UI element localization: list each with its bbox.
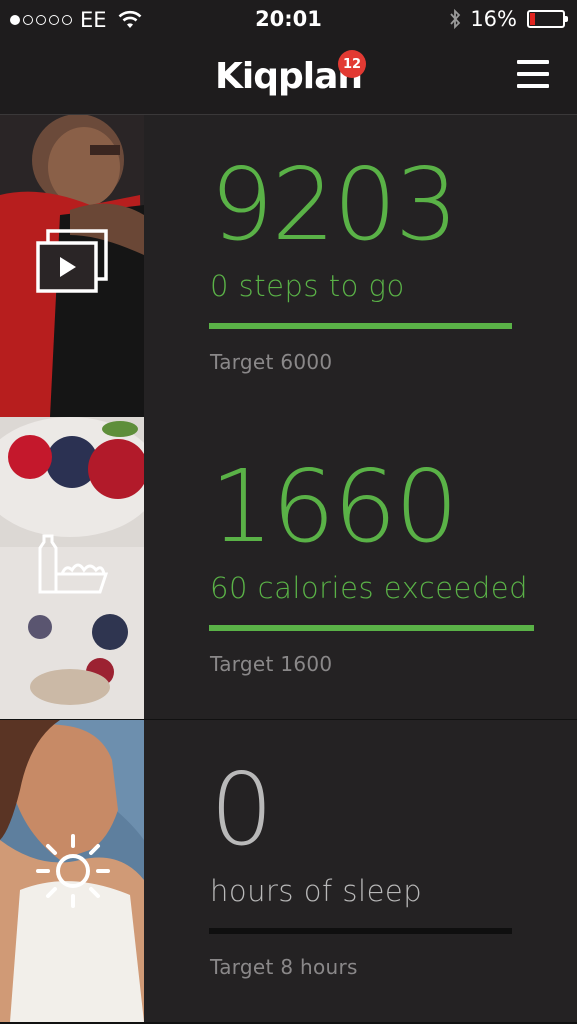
status-bar: EE 20:01 16% bbox=[0, 0, 577, 38]
hamburger-menu-icon[interactable] bbox=[517, 60, 549, 88]
steps-card[interactable]: 9203 0 steps to go Target 6000 bbox=[0, 115, 577, 419]
steps-status: 0 steps to go bbox=[210, 269, 405, 303]
sleep-hours: 0 bbox=[210, 751, 274, 868]
sleep-status: hours of sleep bbox=[210, 874, 423, 908]
video-gallery-icon bbox=[36, 229, 108, 293]
notification-badge[interactable]: 12 bbox=[338, 50, 366, 78]
calories-count: 1660 bbox=[210, 448, 458, 565]
sleep-photo bbox=[0, 720, 144, 1022]
status-right: 16% bbox=[448, 7, 568, 31]
sleep-card[interactable]: 0 hours of sleep Target 8 hours bbox=[0, 720, 577, 1024]
steps-progress-fill bbox=[209, 323, 512, 329]
sun-icon bbox=[36, 834, 110, 908]
calories-card[interactable]: 1660 60 calories exceeded Target 1600 bbox=[0, 417, 577, 721]
steps-target: Target 6000 bbox=[210, 350, 333, 374]
calories-progress-track bbox=[209, 625, 534, 631]
sleep-target: Target 8 hours bbox=[210, 955, 358, 979]
battery-level bbox=[530, 13, 536, 25]
calories-target: Target 1600 bbox=[210, 652, 333, 676]
calories-status: 60 calories exceeded bbox=[210, 571, 529, 605]
sleep-progress-track bbox=[209, 928, 512, 934]
app-logo: Kiqplan bbox=[214, 56, 363, 97]
bluetooth-icon bbox=[450, 8, 461, 30]
calories-photo bbox=[0, 417, 144, 719]
steps-photo bbox=[0, 115, 144, 417]
battery-icon bbox=[527, 10, 568, 28]
food-icon bbox=[38, 534, 109, 594]
steps-progress-track bbox=[209, 323, 512, 329]
steps-count: 9203 bbox=[210, 146, 458, 263]
battery-percent: 16% bbox=[470, 7, 517, 31]
app-header: Kiqplan 12 bbox=[0, 38, 577, 115]
calories-progress-fill bbox=[209, 625, 534, 631]
